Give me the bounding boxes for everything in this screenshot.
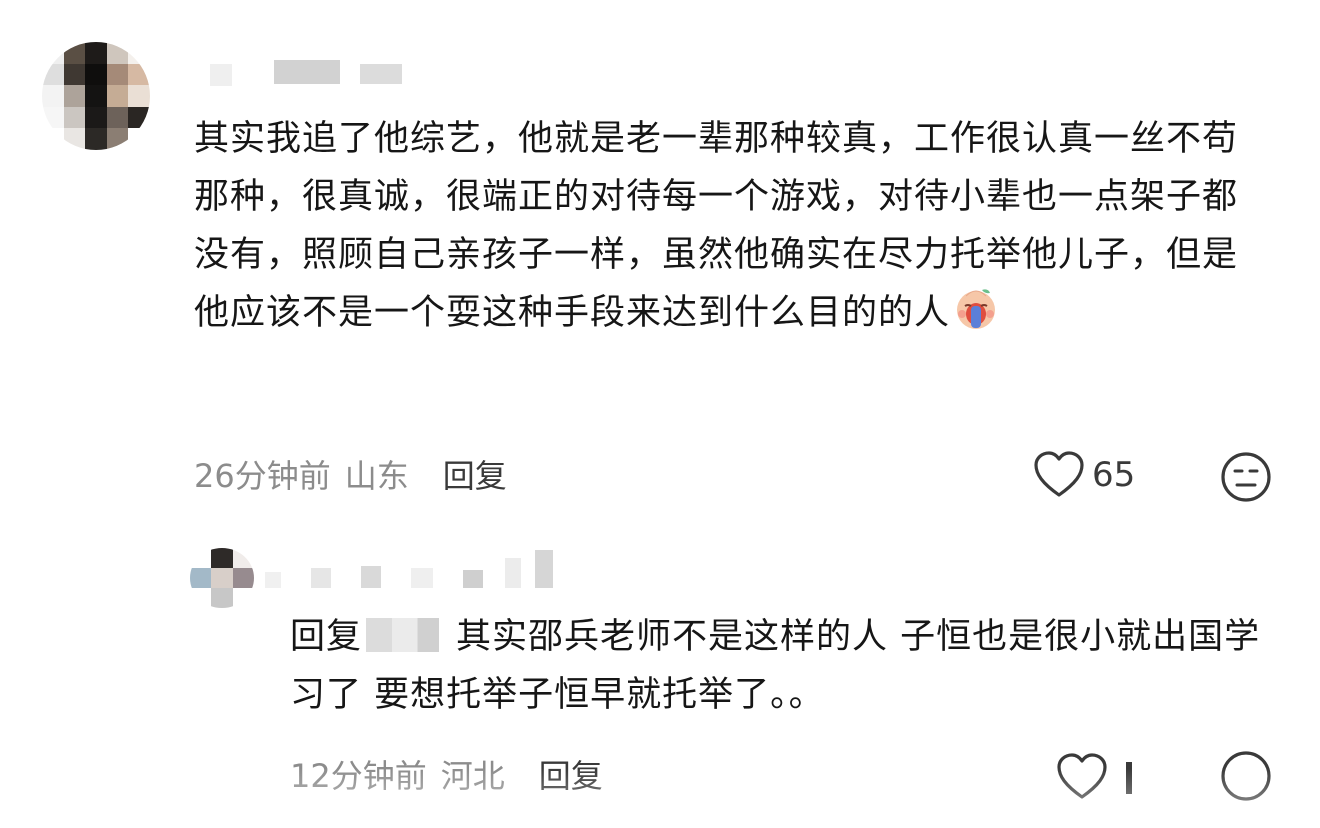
comment-text: 其实我追了他综艺，他就是老一辈那种较真，工作很认真一丝不苟那种，很真诚，很端正的… <box>194 110 1244 342</box>
avatar[interactable] <box>42 42 150 150</box>
like-count <box>1126 762 1132 794</box>
username[interactable] <box>265 548 553 588</box>
mentioned-username[interactable] <box>366 618 453 652</box>
avatar[interactable] <box>190 548 254 608</box>
location: 山东 <box>344 457 409 495</box>
reply-button[interactable]: 回复 <box>539 751 603 797</box>
comment-meta: 12分钟前 河北 回复 <box>290 752 603 796</box>
dislike-face-icon[interactable] <box>1220 750 1272 802</box>
comment-meta: 26分钟前 山东 回复 <box>194 452 507 496</box>
username[interactable] <box>210 60 402 86</box>
crop-fade <box>0 768 1320 828</box>
heart-icon[interactable] <box>1055 752 1109 802</box>
crying-face-emoji-icon <box>957 289 996 329</box>
reply-text: 回复 其实邵兵老师不是这样的人 子恒也是很小就出国学习了 要想托举子恒早就托举了。… <box>290 608 1270 724</box>
location: 河北 <box>440 757 505 795</box>
reply-prefix: 回复 <box>290 617 363 657</box>
dislike-face-icon[interactable] <box>1220 451 1272 503</box>
like-button[interactable]: 65 <box>1032 450 1135 500</box>
timestamp: 26分钟前 <box>194 457 331 495</box>
reply-button[interactable]: 回复 <box>443 451 507 497</box>
comment-body: 其实我追了他综艺，他就是老一辈那种较真，工作很认真一丝不苟那种，很真诚，很端正的… <box>194 119 1239 333</box>
timestamp: 12分钟前 <box>290 757 427 795</box>
like-count: 65 <box>1092 455 1136 495</box>
heart-icon <box>1034 451 1084 497</box>
